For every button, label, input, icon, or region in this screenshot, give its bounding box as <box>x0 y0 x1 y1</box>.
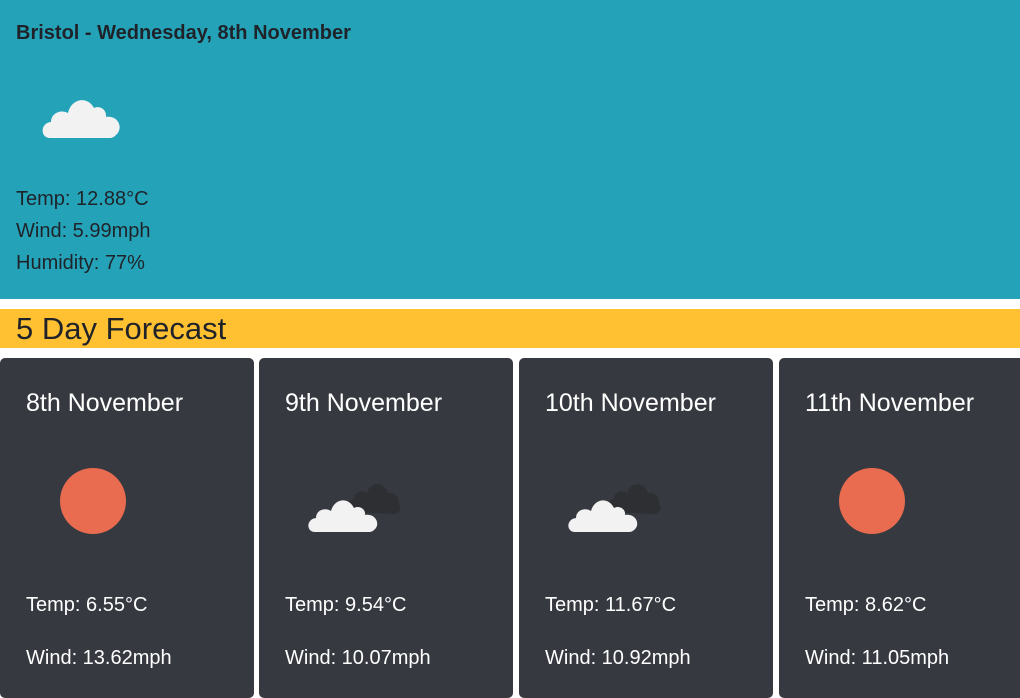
forecast-card: 10th November Temp: 11.67°C Wind: 10.92m… <box>519 358 773 698</box>
sun-icon <box>839 468 905 534</box>
clouds-icon <box>568 484 661 532</box>
current-stats: Temp: 12.88°C Wind: 5.99mph Humidity: 77… <box>16 183 151 279</box>
current-weather-panel: Bristol - Wednesday, 8th November Temp: … <box>0 0 1020 299</box>
forecast-date: 11th November <box>805 389 975 417</box>
forecast-temp: Temp: 8.62°C <box>805 594 927 616</box>
forecast-card: 11th November Temp: 8.62°C Wind: 11.05mp… <box>779 358 1020 698</box>
forecast-wind: Wind: 10.07mph <box>285 647 431 669</box>
forecast-header-bar: 5 Day Forecast <box>0 309 1020 348</box>
forecast-temp: Temp: 11.67°C <box>545 594 677 616</box>
forecast-heading: 5 Day Forecast <box>16 311 227 346</box>
sun-icon <box>60 468 126 534</box>
forecast-card: 8th November Temp: 6.55°C Wind: 13.62mph <box>0 358 254 698</box>
forecast-wind: Wind: 13.62mph <box>26 647 172 669</box>
forecast-card: 9th November Temp: 9.54°C Wind: 10.07mph <box>259 358 513 698</box>
forecast-date: 8th November <box>26 389 184 417</box>
forecast-wind: Wind: 11.05mph <box>805 647 950 669</box>
forecast-date: 10th November <box>545 389 716 417</box>
forecast-temp: Temp: 6.55°C <box>26 594 148 616</box>
cloud-icon <box>42 100 120 138</box>
forecast-temp: Temp: 9.54°C <box>285 594 407 616</box>
forecast-date: 9th November <box>285 389 443 417</box>
current-city-date-title: Bristol - Wednesday, 8th November <box>16 22 351 44</box>
clouds-icon <box>308 484 401 532</box>
current-humidity: Humidity: 77% <box>16 252 145 274</box>
forecast-wind: Wind: 10.92mph <box>545 647 691 669</box>
current-temp: Temp: 12.88°C <box>16 188 149 210</box>
current-wind: Wind: 5.99mph <box>16 220 151 242</box>
forecast-cards: 8th November Temp: 6.55°C Wind: 13.62mph… <box>0 358 1020 698</box>
